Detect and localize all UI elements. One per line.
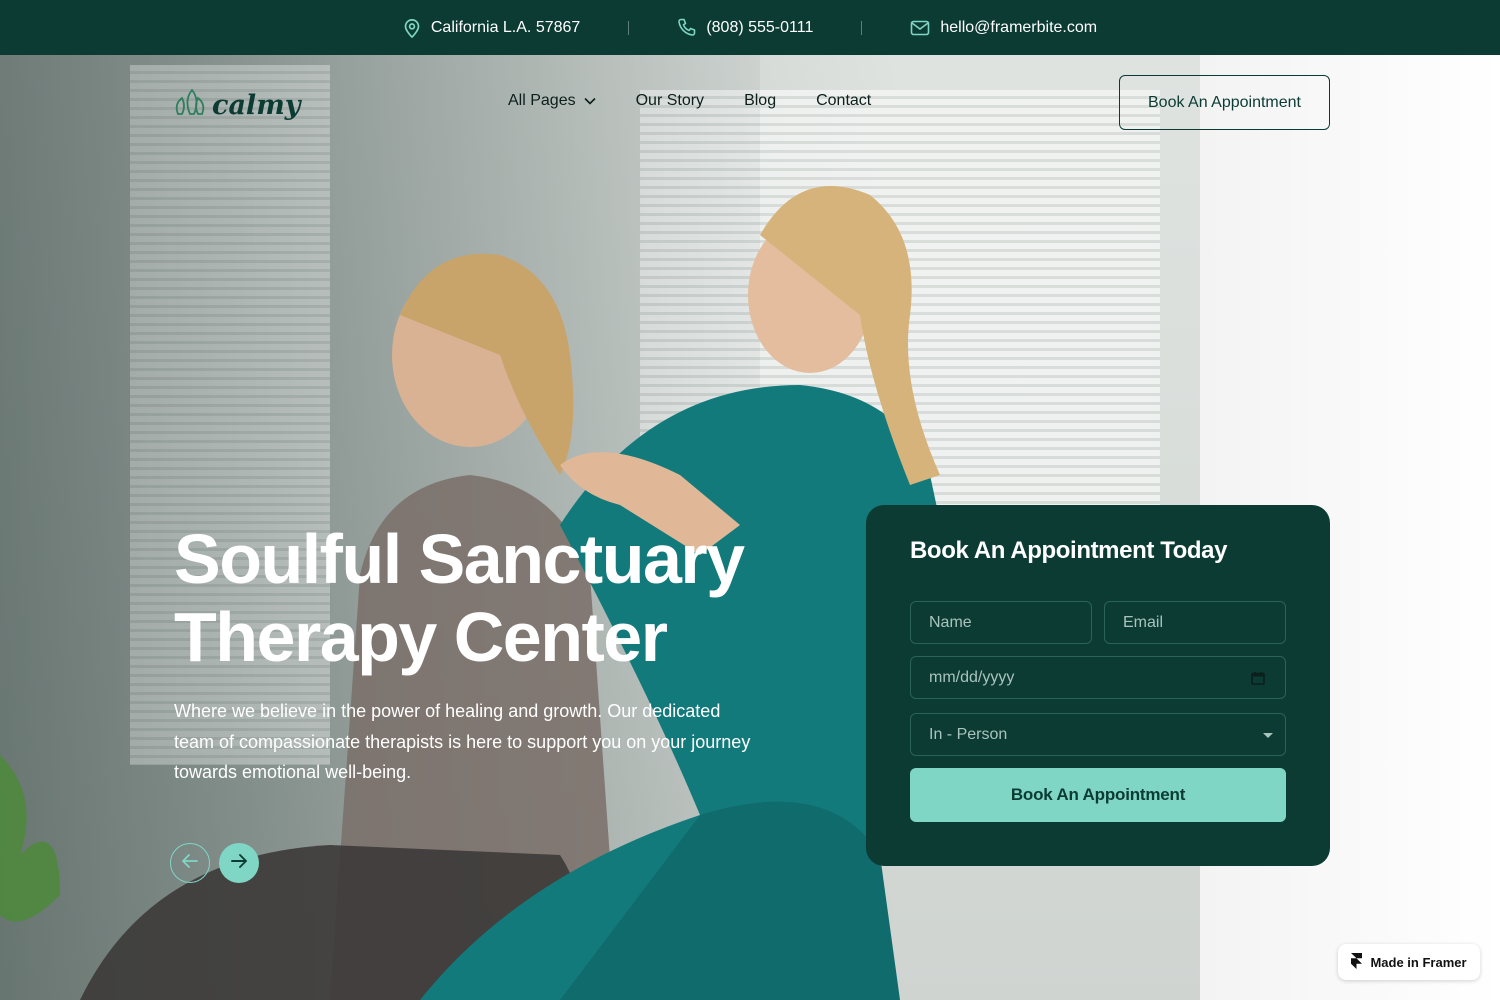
made-in-framer-badge[interactable]: Made in Framer [1338,944,1480,980]
phone-icon [677,18,696,37]
email-text: hello@framerbite.com [940,18,1098,36]
top-info-bar: California L.A. 57867 (808) 555-0111 hel… [0,0,1500,55]
email-placeholder: Email [1123,613,1164,631]
caret-down-icon [1263,733,1273,738]
previous-slide-button[interactable] [170,843,210,883]
location-pin-icon [403,18,421,38]
book-appointment-submit-button[interactable]: Book An Appointment [910,768,1286,822]
leaf-logo-icon [172,86,208,125]
address-text: California L.A. 57867 [430,18,581,36]
date-field[interactable]: mm/dd/yyyy [910,656,1286,699]
nav-label: Blog [744,92,777,109]
booking-card: Book An Appointment Today Name Email mm/… [866,505,1330,866]
nav-all-pages[interactable]: All Pages [508,92,596,110]
email-field[interactable]: Email [1104,601,1286,644]
nav-label: Our Story [635,92,705,109]
book-appointment-nav-button[interactable]: Book An Appointment [1119,75,1330,130]
session-type-select[interactable]: In - Person [910,713,1286,756]
brand-logo[interactable]: calmy [172,86,300,125]
chevron-down-icon [584,92,596,110]
divider [861,20,863,35]
hero-title-line2: Therapy Center [174,598,668,676]
name-field[interactable]: Name [910,601,1092,644]
hero-title: Soulful Sanctuary Therapy Center [174,520,774,676]
slider-controls [170,843,259,883]
divider [628,20,630,35]
main-nav: All Pages Our Story Blog Contact [508,92,871,110]
email-item[interactable]: hello@framerbite.com [910,19,1097,37]
session-type-value: In - Person [929,725,1008,743]
address-item: California L.A. 57867 [403,18,580,38]
arrow-right-icon [230,853,248,874]
phone-item[interactable]: (808) 555-0111 [677,18,813,37]
mail-icon [910,20,930,36]
phone-text: (808) 555-0111 [706,18,814,36]
date-placeholder: mm/dd/yyyy [929,668,1015,686]
logo-text: calmy [212,90,301,121]
hero-description: Where we believe in the power of healing… [174,701,751,782]
framer-logo-icon [1351,952,1363,972]
nav-label: Contact [816,92,872,109]
booking-title: Book An Appointment Today [910,537,1228,564]
nav-contact[interactable]: Contact [816,92,871,110]
next-slide-button[interactable] [219,843,259,883]
nav-our-story[interactable]: Our Story [636,92,704,110]
framer-badge-label: Made in Framer [1370,954,1467,970]
hero-title-line1: Soulful Sanctuary [174,520,745,598]
nav-label: All Pages [508,92,576,109]
calendar-icon[interactable] [1251,671,1265,690]
arrow-left-icon [181,853,199,874]
name-placeholder: Name [929,613,972,631]
nav-blog[interactable]: Blog [744,92,776,110]
